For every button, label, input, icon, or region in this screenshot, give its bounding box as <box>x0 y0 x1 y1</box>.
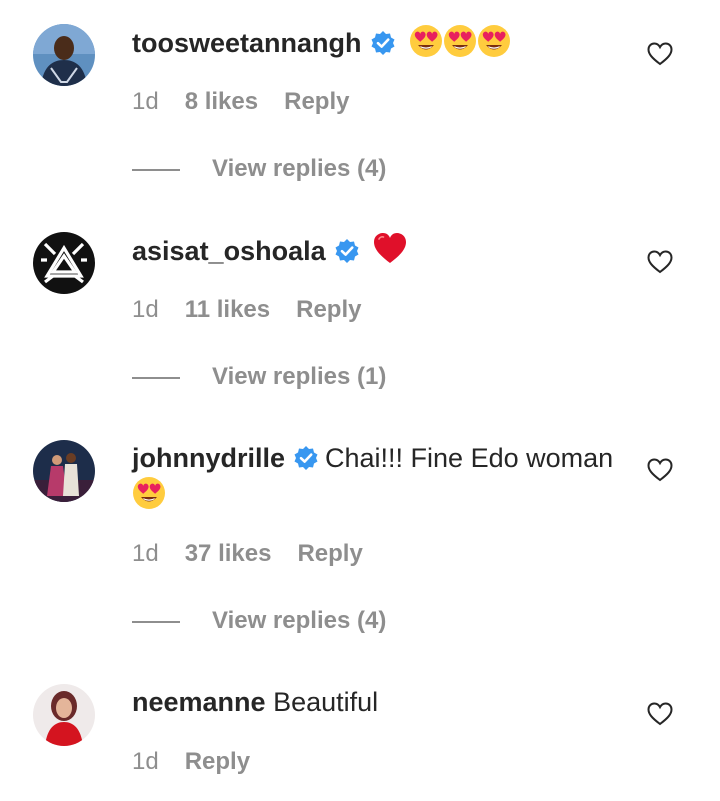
comment-username[interactable]: neemanne <box>132 687 266 717</box>
likes-count[interactable]: 8 likes <box>185 88 258 115</box>
view-replies-label: View replies (4) <box>212 607 387 634</box>
verified-badge-icon <box>334 238 360 264</box>
like-heart-icon[interactable] <box>646 700 674 728</box>
heart-eyes-emoji-icon <box>443 24 477 58</box>
comment-text: Chai!!! Fine Edo woman <box>325 443 614 473</box>
comment-time: 1d <box>132 540 159 567</box>
comment-username[interactable]: asisat_oshoala <box>132 236 326 266</box>
avatar[interactable] <box>33 232 95 294</box>
comment-username[interactable]: toosweetannangh <box>132 28 362 58</box>
divider <box>132 620 180 623</box>
red-heart-emoji-icon <box>373 232 407 266</box>
verified-badge-icon <box>370 30 396 56</box>
avatar[interactable] <box>33 440 95 502</box>
verified-badge-icon <box>293 445 319 471</box>
comment-time: 1d <box>132 296 159 323</box>
reply-button[interactable]: Reply <box>185 748 250 775</box>
heart-eyes-emoji-icon <box>409 24 443 58</box>
divider <box>132 168 180 171</box>
reply-button[interactable]: Reply <box>297 540 362 567</box>
likes-count[interactable]: 11 likes <box>185 296 270 323</box>
heart-eyes-emoji-icon <box>477 24 511 58</box>
likes-count[interactable]: 37 likes <box>185 540 272 567</box>
comment-time: 1d <box>132 88 159 115</box>
comment-time: 1d <box>132 748 159 775</box>
view-replies-button[interactable]: View replies (4) <box>132 607 386 635</box>
reply-button[interactable]: Reply <box>296 296 361 323</box>
view-replies-label: View replies (4) <box>212 155 387 182</box>
divider <box>132 376 180 379</box>
avatar[interactable] <box>33 24 95 86</box>
comment-username[interactable]: johnnydrille <box>132 443 285 473</box>
like-heart-icon[interactable] <box>646 248 674 276</box>
view-replies-button[interactable]: View replies (1) <box>132 363 386 391</box>
avatar[interactable] <box>33 684 95 746</box>
view-replies-button[interactable]: View replies (4) <box>132 155 386 183</box>
reply-button[interactable]: Reply <box>284 88 349 115</box>
view-replies-label: View replies (1) <box>212 363 387 390</box>
comment-text: Beautiful <box>273 687 379 717</box>
like-heart-icon[interactable] <box>646 456 674 484</box>
like-heart-icon[interactable] <box>646 40 674 68</box>
heart-eyes-emoji-icon <box>132 476 166 510</box>
